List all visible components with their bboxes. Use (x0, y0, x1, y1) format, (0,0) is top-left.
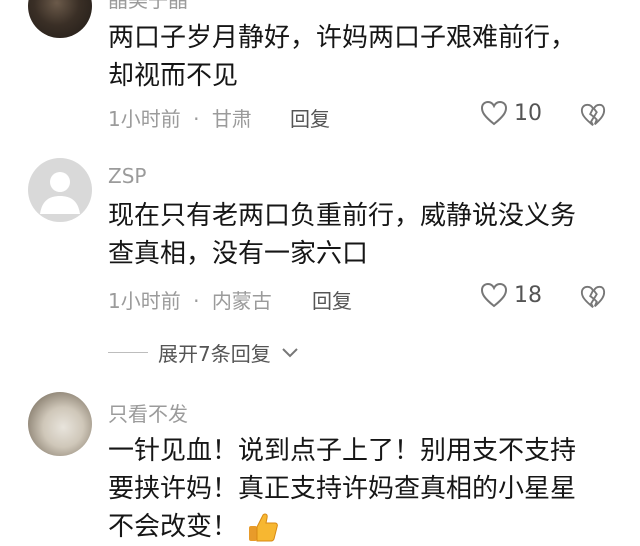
broken-heart-icon[interactable] (580, 102, 606, 128)
avatar[interactable] (28, 392, 92, 456)
expand-replies-label: 展开7条回复 (158, 342, 271, 366)
comment-text-line-last: 不会改变！ (108, 508, 608, 546)
like-count: 18 (514, 282, 542, 308)
comment-text-line: 两口子岁月静好，许妈两口子艰难前行， (108, 23, 577, 53)
comment-text: 现在只有老两口负重前行，威静说没义务 查真相，没有一家六口 (108, 197, 608, 273)
username[interactable]: 晶美子晶 (108, 0, 188, 13)
chevron-down-icon (282, 347, 298, 357)
comment-time: 1小时前 (108, 107, 181, 131)
comment-text-line: 现在只有老两口负重前行，威静说没义务 (108, 201, 577, 231)
divider (108, 352, 148, 353)
comment-location: 甘肃 (211, 107, 252, 131)
comment-text-line: 查真相，没有一家六口 (108, 239, 369, 269)
like-button[interactable]: 10 (480, 100, 542, 126)
avatar[interactable] (28, 158, 92, 222)
like-button[interactable]: 18 (480, 282, 542, 308)
expand-replies-button[interactable]: 展开7条回复 (108, 338, 299, 367)
reply-button[interactable]: 回复 (312, 285, 352, 314)
username[interactable]: ZSP (108, 164, 146, 188)
like-count: 10 (514, 100, 542, 126)
comment-location: 内蒙古 (211, 289, 272, 313)
heart-icon (480, 100, 508, 126)
comment-text-line: 却视而不见 (108, 61, 239, 91)
comment-text-line: 要挟许妈！真正支持许妈查真相的小星星 (108, 474, 577, 504)
heart-icon (480, 282, 508, 308)
comment-meta: 1小时前 · 甘肃 (108, 103, 252, 132)
comment-text-line: 一针见血！说到点子上了！别用支不支持 (108, 436, 577, 466)
meta-separator: · (193, 289, 200, 313)
thumbs-up-icon (249, 513, 279, 541)
default-avatar-icon (40, 172, 80, 214)
meta-separator: · (193, 107, 200, 131)
comment-time: 1小时前 (108, 289, 181, 313)
broken-heart-icon[interactable] (580, 284, 606, 310)
comment-text-line: 不会改变！ (108, 512, 239, 542)
avatar[interactable] (28, 0, 92, 38)
username[interactable]: 只看不发 (108, 398, 188, 427)
comment-meta: 1小时前 · 内蒙古 (108, 285, 272, 314)
comment-text: 一针见血！说到点子上了！别用支不支持 要挟许妈！真正支持许妈查真相的小星星 不会… (108, 432, 608, 546)
comment-text: 两口子岁月静好，许妈两口子艰难前行， 却视而不见 (108, 19, 608, 95)
reply-button[interactable]: 回复 (290, 103, 330, 132)
